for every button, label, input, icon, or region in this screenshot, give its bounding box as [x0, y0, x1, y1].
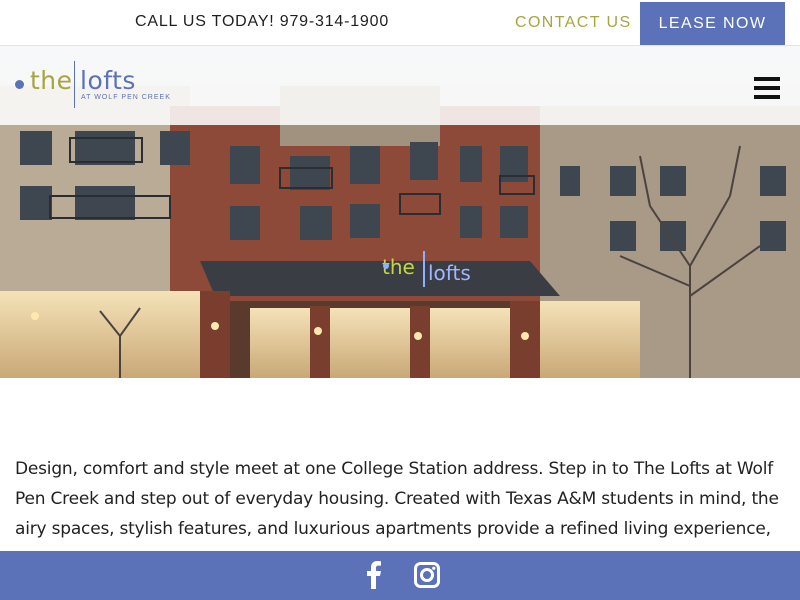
logo-word-lofts: lofts	[80, 66, 136, 95]
lofts-logo[interactable]: the lofts AT WOLF PEN CREEK	[14, 61, 174, 111]
lease-now-button[interactable]: LEASE NOW	[640, 2, 785, 45]
site-header: the lofts AT WOLF PEN CREEK	[0, 46, 800, 125]
logo-divider	[74, 61, 75, 108]
social-bar	[0, 551, 800, 600]
building-sign-lofts: lofts	[428, 261, 471, 285]
contact-us-link[interactable]: CONTACT US	[515, 14, 632, 32]
hamburger-menu-icon[interactable]	[754, 77, 782, 101]
menu-bar-middle	[754, 86, 780, 90]
top-bar: CALL US TODAY! 979-314-1900 CONTACT US L…	[0, 0, 800, 46]
menu-bar-bottom	[754, 95, 780, 99]
instagram-icon[interactable]	[414, 562, 440, 588]
logo-word-the: the	[30, 66, 73, 95]
facebook-icon[interactable]	[363, 561, 383, 589]
logo-dot-icon	[15, 80, 24, 89]
menu-bar-top	[754, 77, 780, 81]
call-us-phone[interactable]: CALL US TODAY! 979-314-1900	[135, 13, 389, 31]
logo-tagline: AT WOLF PEN CREEK	[81, 94, 171, 101]
